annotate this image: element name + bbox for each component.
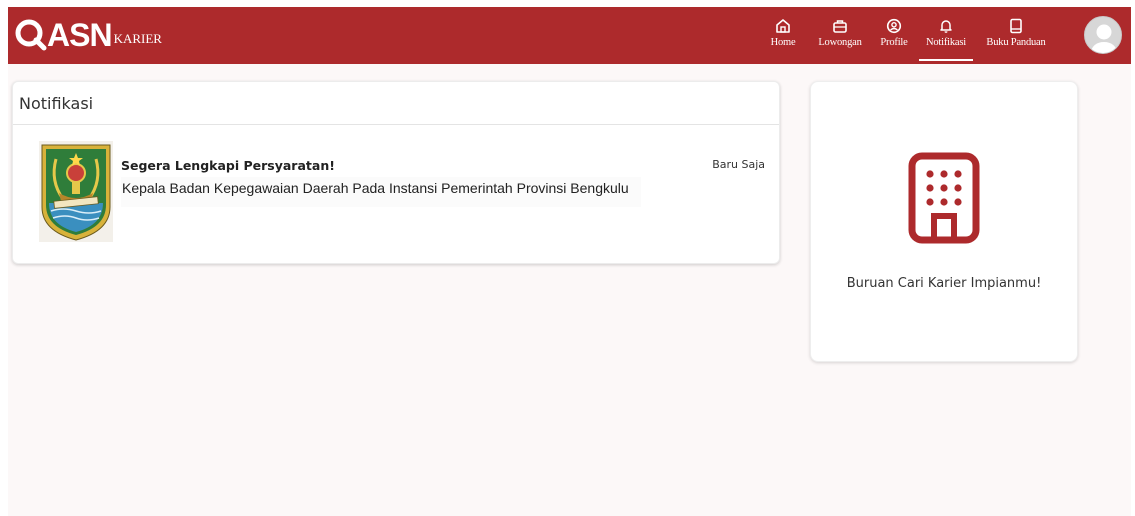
top-navbar: ASN KARIER Home Lowongan Profile Notifik… <box>8 7 1131 64</box>
nav-lowongan-label: Lowongan <box>818 37 862 48</box>
emblem-shield-icon <box>41 144 111 241</box>
nav-notifikasi-label: Notifikasi <box>926 37 966 48</box>
briefcase-icon <box>833 20 847 33</box>
app-frame: ASN KARIER Home Lowongan Profile Notifik… <box>8 7 1131 516</box>
bell-icon <box>940 20 952 33</box>
page-title: Notifikasi <box>19 93 94 113</box>
nav-lowongan[interactable]: Lowongan <box>814 7 866 64</box>
notification-title: Segera Lengkapi Persyaratan! <box>121 158 335 173</box>
notification-time: Baru Saja <box>712 158 765 171</box>
avatar-person-icon <box>1090 24 1118 53</box>
notification-card: Notifikasi Segera Lengkapi Persyaratan! … <box>12 81 780 264</box>
nav-profile[interactable]: Profile <box>878 7 910 64</box>
building-icon <box>908 152 980 244</box>
notification-body: Kepala Badan Kepegawaian Daerah Pada Ins… <box>121 177 641 207</box>
brand-sub: KARIER <box>113 31 162 46</box>
nav-profile-label: Profile <box>880 37 908 48</box>
user-avatar[interactable] <box>1084 16 1122 54</box>
brand-name: ASN <box>47 17 113 53</box>
nav-buku-panduan[interactable]: Buku Panduan <box>983 7 1049 64</box>
brand-logo[interactable]: ASN KARIER <box>13 13 162 53</box>
nav-buku-panduan-label: Buku Panduan <box>986 37 1046 48</box>
career-promo-text: Buruan Cari Karier Impianmu! <box>846 276 1042 291</box>
notification-item[interactable]: Segera Lengkapi Persyaratan! Kepala Bada… <box>39 141 769 251</box>
nav-home[interactable]: Home <box>767 7 799 64</box>
book-icon <box>1010 18 1022 34</box>
career-promo-card: Buruan Cari Karier Impianmu! <box>810 81 1078 362</box>
nav-home-label: Home <box>770 37 796 48</box>
notification-card-header: Notifikasi <box>13 82 779 125</box>
home-icon <box>776 19 790 33</box>
user-circle-icon <box>886 18 902 34</box>
nav-notifikasi[interactable]: Notifikasi <box>919 7 973 64</box>
bengkulu-emblem-image <box>39 141 113 242</box>
search-q-logo-icon <box>15 19 47 51</box>
